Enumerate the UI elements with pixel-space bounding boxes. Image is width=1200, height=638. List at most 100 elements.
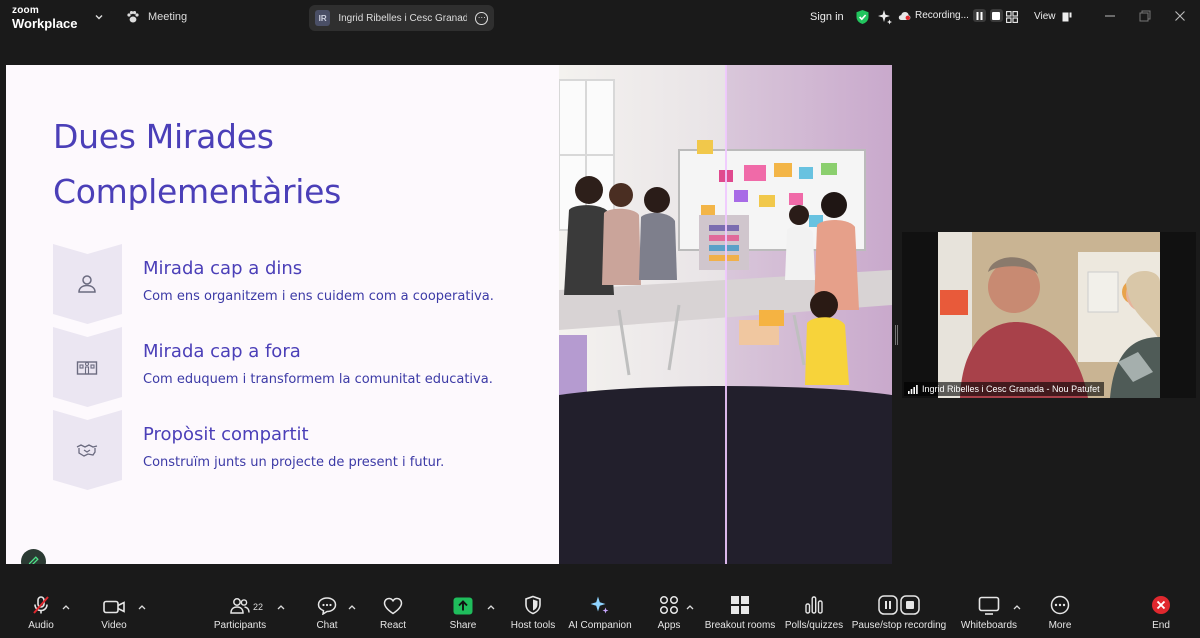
active-speaker-pill[interactable]: IR Ingrid Ribelles i Cesc Granada - Nou … [309,5,494,31]
chevron-up-icon[interactable] [348,604,356,610]
recording-label: Recording... [915,10,969,21]
item-description: Com eduquem i transformem la comunitat e… [143,372,493,387]
view-button[interactable]: View [1034,11,1072,22]
share-screen-icon [453,597,473,615]
more-button[interactable]: More [1044,592,1076,638]
meeting-label: Meeting [148,11,188,23]
more-options-icon[interactable]: ⋯ [475,11,489,25]
chevron-up-icon[interactable] [277,604,285,610]
audio-label: Audio [28,620,54,631]
pause-icon [976,11,983,20]
ai-companion-label: AI Companion [568,620,632,631]
meeting-menu[interactable]: Meeting [126,10,187,24]
item-heading: Propòsit compartit [143,424,309,445]
more-label: More [1048,620,1072,631]
chevron-down-icon[interactable] [94,12,104,22]
camera-icon [103,600,125,614]
shield-check-icon[interactable] [855,9,870,25]
whiteboards-button[interactable]: Whiteboards [960,592,1018,638]
bar-chart-icon [805,596,823,614]
participants-icon [230,598,250,614]
mic-muted-icon [33,596,49,614]
participant-name: Ingrid Ribelles i Cesc Granada - Nou Pat… [922,384,1100,394]
classroom-photo [559,65,892,564]
slide-item: Mirada cap a dins Com ens organitzem i e… [53,244,523,324]
pause-recording-button[interactable] [972,9,986,22]
participant-video-tile[interactable]: Ingrid Ribelles i Cesc Granada - Nou Pat… [902,232,1196,398]
classroom-illustration [559,65,892,564]
chat-button[interactable]: Chat [312,592,342,638]
stop-icon [992,11,1001,20]
chevron-up-icon[interactable] [62,604,70,610]
chevron-up-icon[interactable] [487,604,495,610]
camera-image [938,232,1160,398]
sign-in-link[interactable]: Sign in [810,11,844,23]
camera-feed [938,232,1160,398]
apps-button[interactable]: Apps [654,592,684,638]
host-tools-button[interactable]: Host tools [508,592,558,638]
participants-label: Participants [213,620,267,631]
video-button[interactable]: Video [94,592,134,638]
person-icon [78,275,96,293]
share-label: Share [449,620,477,631]
chat-icon [317,597,337,615]
ai-companion-button[interactable]: AI Companion [566,592,634,638]
host-tools-label: Host tools [510,620,556,631]
stop-recording-button[interactable] [989,9,1003,22]
layout-icon [1062,12,1071,21]
pencil-icon [28,556,39,564]
restore-icon[interactable] [1139,10,1151,22]
chat-label: Chat [316,620,338,631]
whiteboard-icon [978,596,1000,615]
end-meeting-button[interactable]: End [1146,592,1176,638]
apps-label: Apps [657,620,681,631]
shield-icon [525,595,541,615]
minimize-icon[interactable] [1104,10,1116,22]
more-icon [1050,595,1070,615]
brand-small: zoom [12,5,39,16]
react-label: React [379,620,407,631]
participant-name-label: Ingrid Ribelles i Cesc Granada - Nou Pat… [904,382,1104,396]
recording-indicator: Recording... [898,9,1003,22]
share-button[interactable]: Share [448,592,478,638]
end-call-icon [1152,596,1170,614]
cloud-recording-icon [898,11,911,20]
react-button[interactable]: React [378,592,408,638]
school-icon [76,361,98,375]
item-description: Construïm junts un projecte de present i… [143,455,445,470]
pause-stop-recording-button[interactable]: Pause/stop recording [850,592,948,638]
annotate-button[interactable] [21,549,46,564]
breakout-rooms-icon [731,596,749,614]
slide-title-line1: Dues Mirades [53,117,274,156]
view-label: View [1034,11,1056,22]
chevron-up-icon[interactable] [686,604,694,610]
slide-title-line2: Complementàries [53,172,342,211]
sparkle-icon[interactable] [877,9,893,25]
item-heading: Mirada cap a dins [143,258,303,279]
ai-sparkle-icon [590,596,609,614]
grid-view-icon[interactable] [1006,11,1018,23]
paw-icon [127,11,139,23]
item-heading: Mirada cap a fora [143,341,301,362]
participants-button[interactable]: Participants [212,592,268,638]
slide-title: Dues Mirades Complementàries [53,109,341,219]
zoom-workplace-logo: zoom Workplace [12,5,78,31]
chevron-up-icon[interactable] [138,604,146,610]
participants-count: 22 [253,602,264,612]
handshake-icon [76,444,98,457]
polls-button[interactable]: Polls/quizzes [784,592,844,638]
chevron-up-icon[interactable] [1013,604,1021,610]
breakout-rooms-button[interactable]: Breakout rooms [703,592,777,638]
speaker-name: Ingrid Ribelles i Cesc Granada - Nou Pat… [338,12,468,24]
close-icon[interactable] [1174,10,1186,22]
avatar: IR [315,10,331,26]
whiteboards-label: Whiteboards [960,620,1018,631]
resize-handle[interactable] [895,325,898,345]
heart-icon [383,597,403,615]
slide-item: Mirada cap a fora Com eduquem i transfor… [53,327,523,407]
audio-button[interactable]: Audio [20,592,62,638]
pause-stop-icon [878,595,920,615]
item-description: Com ens organitzem i ens cuidem com a co… [143,289,494,304]
end-label: End [1152,620,1170,631]
meeting-toolbar: Audio Video Participants 22 Chat React S… [0,592,1200,638]
